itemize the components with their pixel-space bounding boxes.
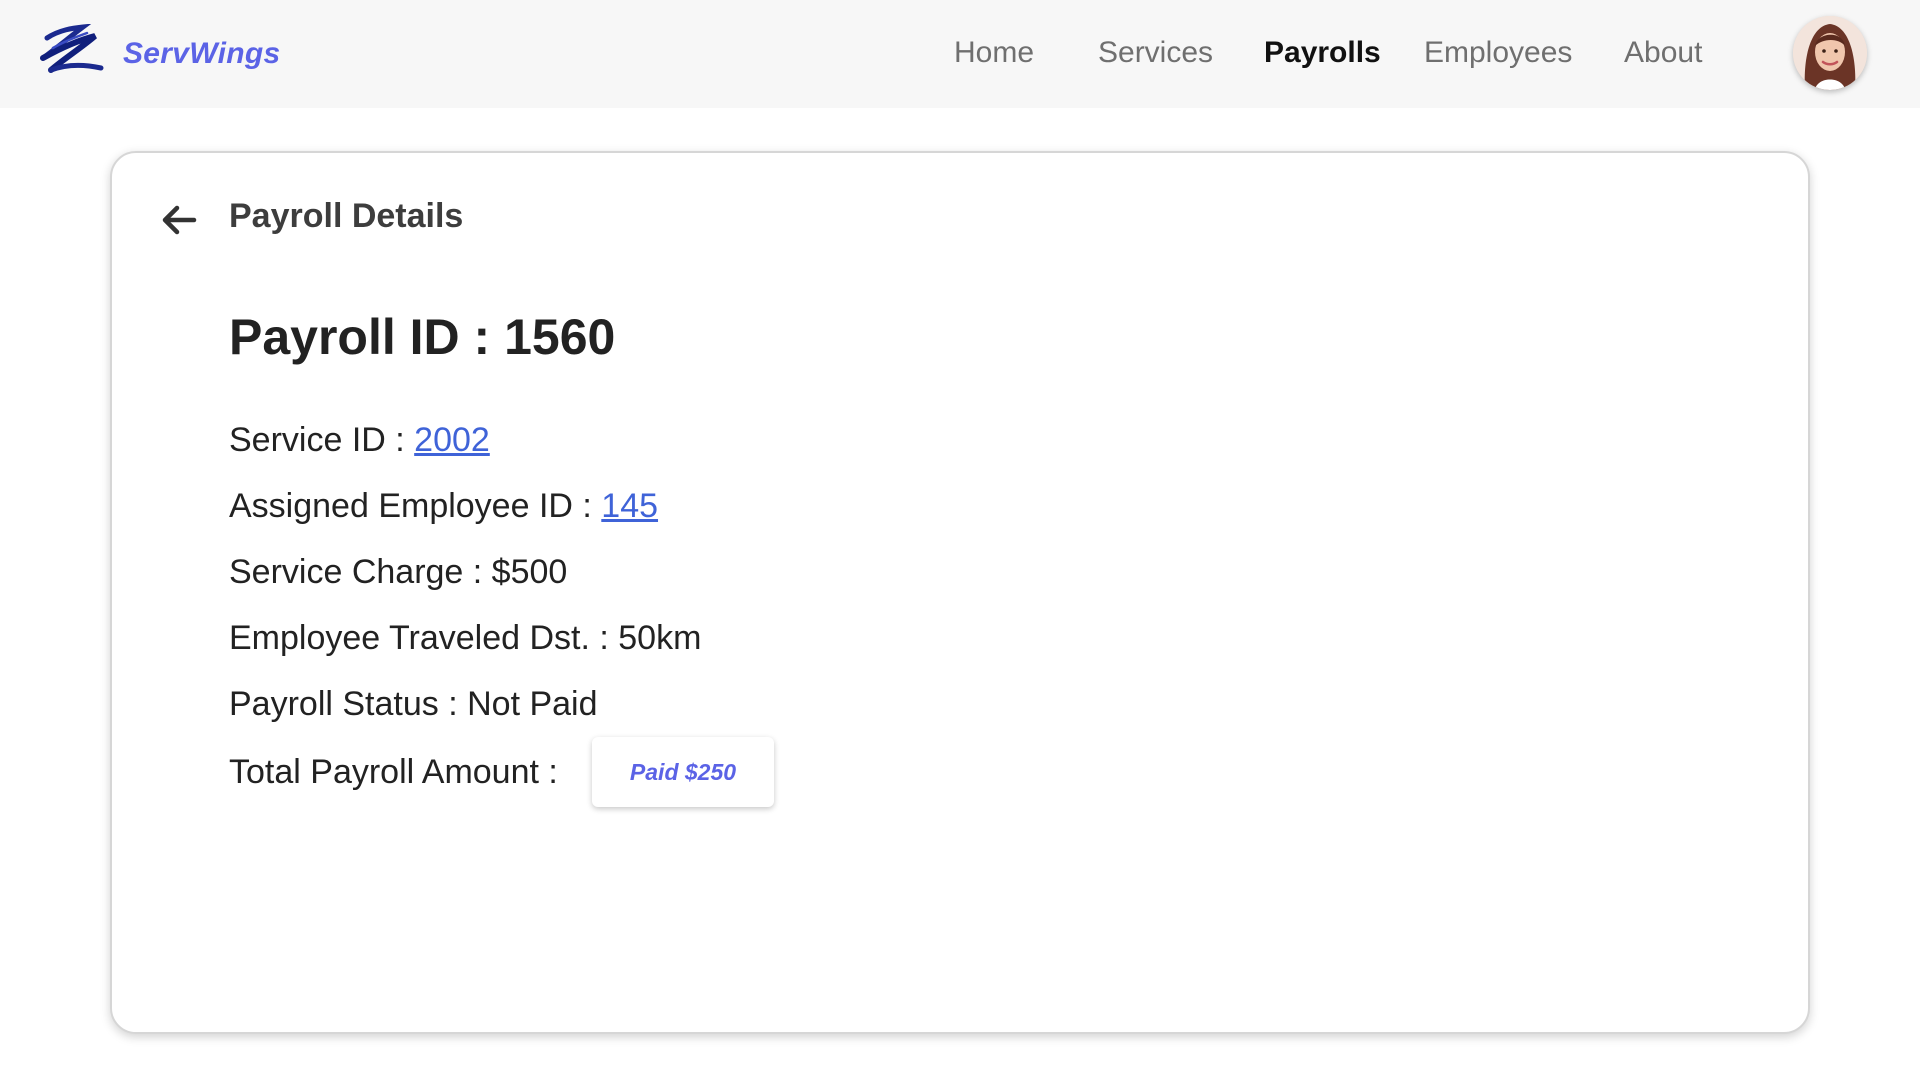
brand[interactable]: ServWings: [33, 24, 280, 84]
arrow-left-icon: [162, 205, 197, 235]
paid-amount-button[interactable]: Paid $250: [592, 737, 774, 807]
nav-about[interactable]: About: [1624, 36, 1702, 70]
nav-payrolls[interactable]: Payrolls: [1264, 36, 1381, 70]
avatar-portrait-icon: [1793, 16, 1867, 90]
top-navbar: ServWings Home Services Payrolls Employe…: [0, 0, 1920, 108]
service-id-row: Service ID : 2002: [229, 421, 490, 460]
traveled-distance-row: Employee Traveled Dst. : 50km: [229, 619, 702, 657]
back-button[interactable]: [156, 197, 202, 243]
employee-id-label: Assigned Employee ID :: [229, 487, 592, 525]
total-amount-label: Total Payroll Amount :: [229, 753, 558, 791]
nav-services[interactable]: Services: [1098, 36, 1213, 70]
nav-home[interactable]: Home: [954, 36, 1034, 70]
servwings-logo-icon: [40, 24, 104, 73]
service-charge-row: Service Charge : $500: [229, 553, 568, 591]
service-id-label: Service ID :: [229, 421, 405, 459]
payroll-details-card: Payroll Details Payroll ID : 1560 Servic…: [110, 151, 1810, 1034]
service-id-link[interactable]: 2002: [414, 421, 490, 459]
payroll-id-heading: Payroll ID : 1560: [229, 309, 616, 365]
employee-id-link[interactable]: 145: [601, 487, 658, 525]
brand-name: ServWings: [123, 37, 281, 70]
user-avatar[interactable]: [1793, 16, 1867, 90]
employee-id-row: Assigned Employee ID : 145: [229, 487, 658, 526]
nav-employees[interactable]: Employees: [1424, 36, 1572, 70]
payroll-status-row: Payroll Status : Not Paid: [229, 685, 598, 723]
card-title: Payroll Details: [229, 197, 464, 235]
